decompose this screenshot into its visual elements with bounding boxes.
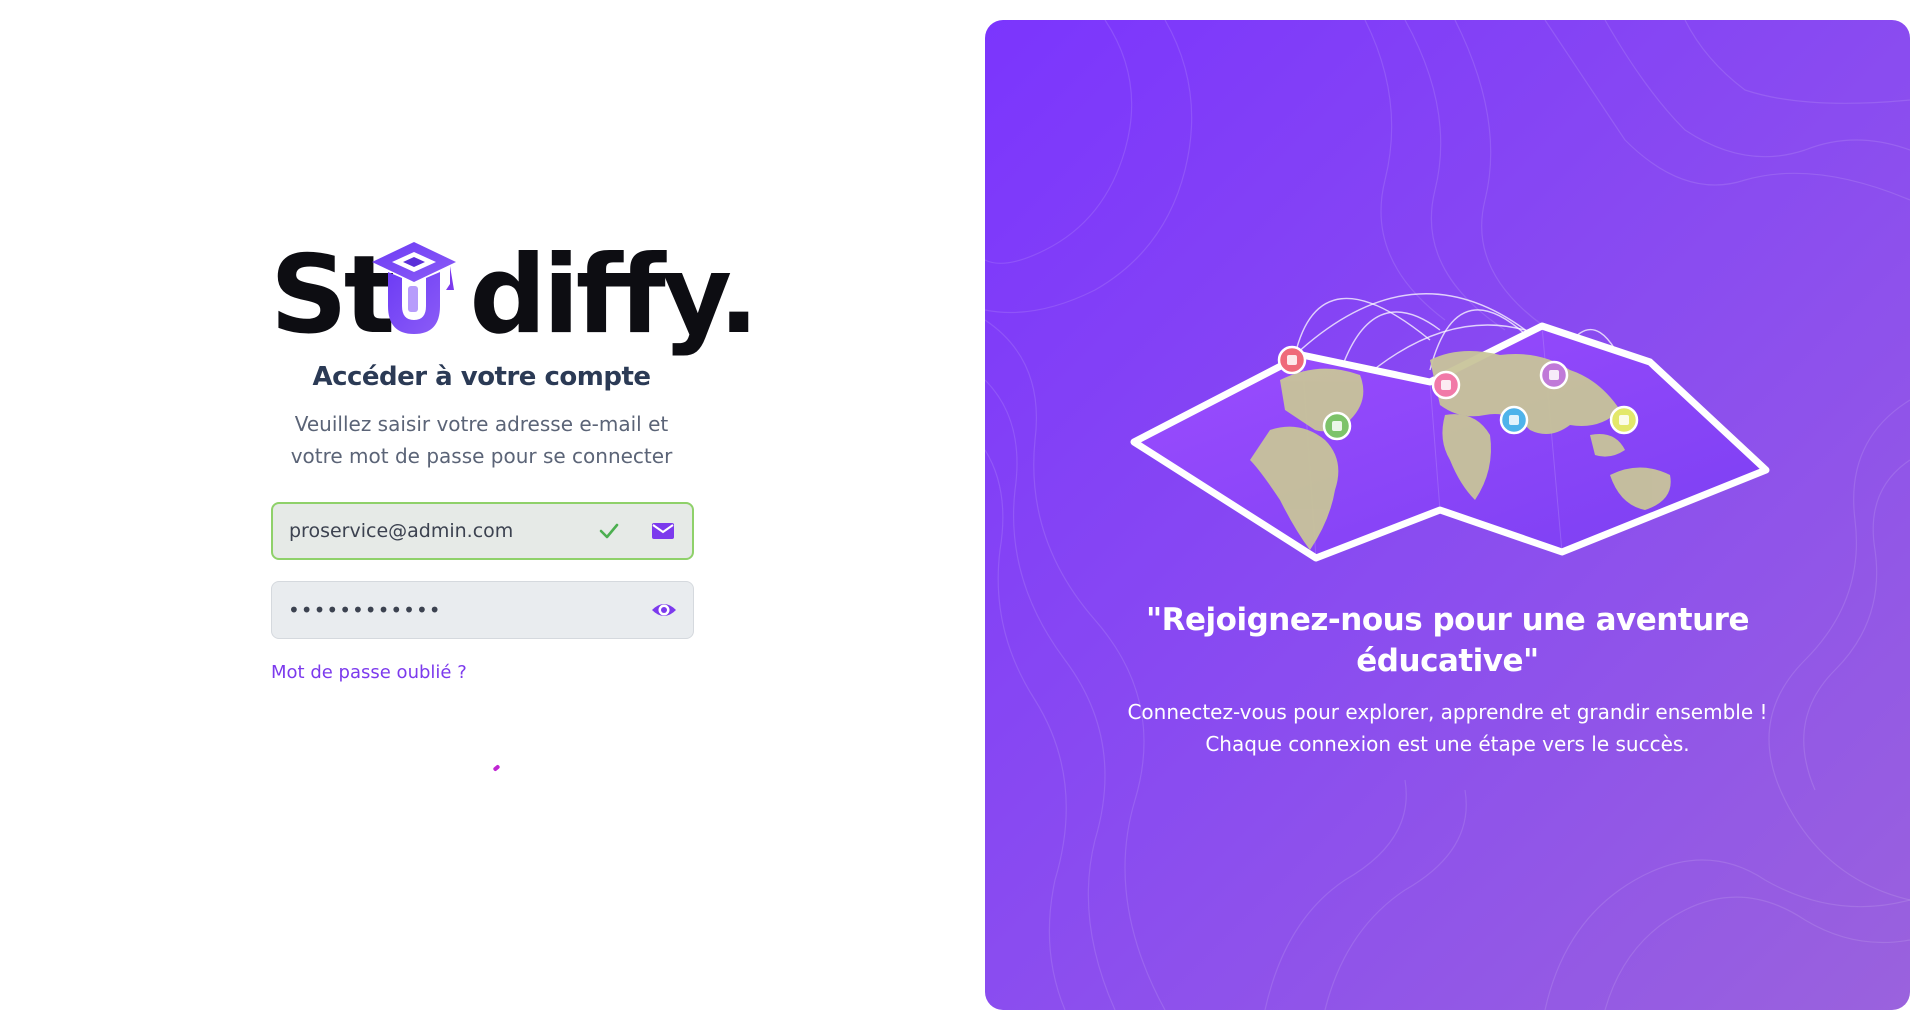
- email-input[interactable]: proservice@admin.com: [289, 520, 598, 542]
- email-field[interactable]: proservice@admin.com: [271, 502, 694, 560]
- login-subtitle: Veuillez saisir votre adresse e-mail et …: [290, 412, 673, 468]
- hero-panel: "Rejoignez-nous pour une aventure éducat…: [985, 20, 1910, 1010]
- check-icon: [599, 523, 619, 539]
- forgot-password-link[interactable]: Mot de passe oublié ?: [271, 662, 467, 683]
- password-field[interactable]: ••••••••••••: [271, 581, 694, 639]
- hero-description: Connectez-vous pour explorer, apprendre …: [1127, 700, 1768, 756]
- loading-spinner-icon: [492, 764, 501, 772]
- login-panel: St diffy. Accéder à votre compte Veuillez…: [0, 0, 985, 1025]
- page-title: Accéder à votre compte: [312, 362, 651, 392]
- show-password-eye-icon[interactable]: [651, 597, 677, 623]
- studiffy-logo: St diffy.: [270, 236, 759, 356]
- world-map-icon: [1130, 293, 1770, 562]
- hero-quote: "Rejoignez-nous pour une aventure éducat…: [1146, 602, 1750, 679]
- graduation-cap-u-icon: [372, 242, 456, 334]
- mail-icon: [652, 523, 674, 539]
- password-input[interactable]: ••••••••••••: [288, 598, 651, 622]
- logo-text-right: diffy.: [469, 233, 759, 358]
